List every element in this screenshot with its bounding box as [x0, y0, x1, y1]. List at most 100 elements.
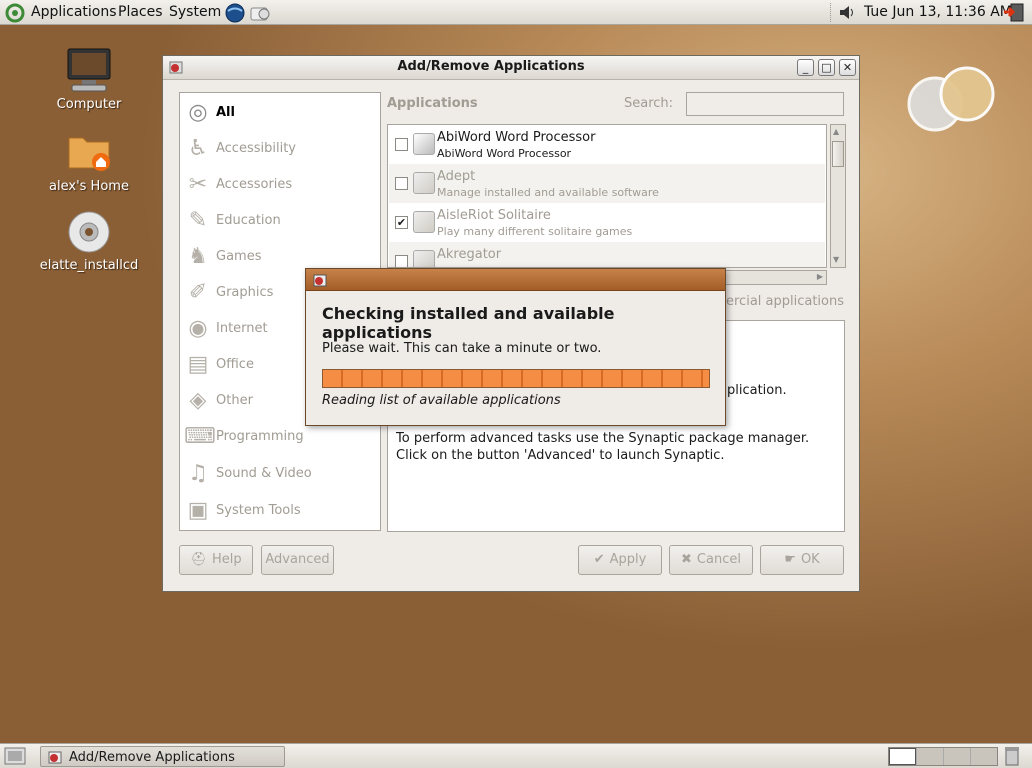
applications-menu[interactable]: Applications [31, 4, 117, 20]
workspace-4[interactable] [970, 748, 997, 765]
search-input[interactable] [686, 92, 844, 116]
close-button[interactable]: ✕ [839, 59, 856, 76]
office-icon: ▤ [187, 352, 209, 377]
description-partial: plication. [727, 383, 787, 398]
close-icon: ✕ [842, 61, 853, 74]
logout-icon[interactable] [1003, 2, 1025, 23]
window-titlebar[interactable]: Add/Remove Applications _ □ ✕ [163, 56, 859, 80]
maximize-button[interactable]: □ [818, 59, 835, 76]
progress-dialog-titlebar[interactable] [306, 269, 725, 291]
help-icon: ⛑ [190, 552, 207, 567]
progress-dialog: Checking installed and available applica… [305, 268, 726, 426]
advanced-button[interactable]: Advanced [261, 545, 334, 575]
category-label: Internet [216, 321, 268, 336]
system-menu[interactable]: System [169, 4, 221, 20]
workspace-1[interactable] [889, 748, 916, 765]
workspace-3[interactable] [943, 748, 970, 765]
trash-icon[interactable] [1004, 746, 1020, 766]
desktop-icon-cd[interactable]: elatte_installcd [39, 210, 139, 273]
category-accessibility[interactable]: ♿ Accessibility [184, 133, 374, 165]
show-desktop-icon[interactable] [4, 747, 26, 765]
app-checkbox[interactable] [395, 138, 408, 151]
app-checkbox[interactable] [395, 177, 408, 190]
category-label: Accessories [216, 177, 293, 192]
desktop-icon-computer[interactable]: Computer [39, 45, 139, 112]
app-list-row[interactable]: Adept Manage installed and available soft… [389, 164, 825, 203]
all-icon: ◎ [188, 100, 208, 125]
taskbar-button-add-remove[interactable]: Add/Remove Applications [40, 746, 285, 767]
commercial-apps-label[interactable]: ercial applications [726, 294, 844, 309]
email-client-icon[interactable] [249, 2, 271, 24]
accessories-icon: ✂ [188, 172, 208, 197]
desktop-icon-home[interactable]: alex's Home [39, 132, 139, 194]
accessibility-icon: ♿ [188, 136, 208, 161]
system-tools-icon: ▣ [187, 498, 209, 523]
scroll-right-icon[interactable]: ▶ [817, 272, 823, 281]
graphics-icon: ✐ [188, 280, 208, 305]
ok-icon: ☛ [784, 552, 796, 567]
apply-button[interactable]: ✔ Apply [578, 545, 662, 575]
progress-bar-fill [323, 370, 709, 387]
advanced-info-line-1: To perform advanced tasks use the Synapt… [396, 431, 810, 446]
ok-button[interactable]: ☛ OK [760, 545, 844, 575]
internet-icon: ◉ [188, 316, 208, 341]
apply-button-label: Apply [609, 552, 647, 567]
application-list[interactable]: AbiWord Word Processor AbiWord Word Proce… [387, 124, 827, 268]
progress-status: Reading list of available applications [322, 393, 561, 408]
desktop-icon-label: Computer [56, 97, 122, 112]
category-label: Office [216, 357, 254, 372]
help-button-label: Help [211, 552, 242, 567]
app-name: AbiWord Word Processor [437, 130, 596, 145]
programming-icon: ⌨ [184, 424, 216, 449]
app-installer-icon [313, 274, 327, 287]
desktop-icon-label: alex's Home [49, 179, 129, 194]
app-list-row[interactable]: Akregator [389, 242, 825, 267]
app-list-row[interactable]: AbiWord Word Processor AbiWord Word Proce… [389, 125, 825, 164]
category-accessories[interactable]: ✂ Accessories [184, 169, 374, 201]
help-button[interactable]: ⛑ Help [179, 545, 253, 575]
category-label: Accessibility [216, 141, 296, 156]
category-education[interactable]: ✎ Education [184, 205, 374, 237]
category-system-tools[interactable]: ▣ System Tools [184, 495, 374, 527]
category-label: All [216, 105, 235, 120]
ubuntu-logo-icon[interactable] [5, 3, 25, 23]
app-description: AbiWord Word Processor [437, 147, 572, 160]
bottom-panel: Add/Remove Applications [0, 743, 1032, 768]
app-checkbox[interactable] [395, 255, 408, 267]
app-name: Akregator [437, 247, 502, 262]
web-browser-icon[interactable] [224, 2, 246, 24]
list-vertical-scrollbar[interactable]: ▲ ▼ [830, 124, 846, 268]
top-panel: Applications Places System Tue Jun 13, 1… [0, 0, 1032, 25]
volume-icon[interactable] [838, 4, 856, 21]
workspace-2[interactable] [916, 748, 943, 765]
maximize-icon: □ [821, 61, 832, 74]
app-description: Manage installed and available software [437, 186, 659, 199]
app-name: Adept [437, 169, 476, 184]
category-all[interactable]: ◎ All [184, 97, 374, 129]
app-checkbox[interactable]: ✔ [395, 216, 408, 229]
scroll-thumb[interactable] [832, 141, 844, 167]
cancel-button[interactable]: ✖ Cancel [669, 545, 753, 575]
clock[interactable]: Tue Jun 13, 11:36 AM [864, 4, 1012, 20]
app-icon [413, 172, 435, 194]
app-name: AisleRiot Solitaire [437, 208, 551, 223]
taskbar-label: Add/Remove Applications [69, 750, 235, 765]
scroll-down-icon[interactable]: ▼ [833, 255, 839, 264]
category-label: Games [216, 249, 262, 264]
home-folder-icon [68, 137, 110, 171]
other-icon: ◈ [189, 388, 207, 413]
list-horizontal-scrollbar[interactable]: ▶ [725, 270, 827, 285]
workspace-switcher[interactable] [888, 747, 998, 766]
places-menu[interactable]: Places [118, 4, 163, 20]
category-label: Education [216, 213, 281, 228]
computer-icon [67, 48, 111, 92]
search-label: Search: [624, 96, 674, 111]
category-sound-video[interactable]: ♫ Sound & Video [184, 458, 374, 490]
sound-video-icon: ♫ [188, 461, 208, 486]
app-list-row[interactable]: ✔ AisleRiot Solitaire Play many different … [389, 203, 825, 242]
scroll-up-icon[interactable]: ▲ [833, 127, 839, 136]
minimize-button[interactable]: _ [797, 59, 814, 76]
category-label: Graphics [216, 285, 274, 300]
ok-button-label: OK [800, 552, 820, 567]
app-description: Play many different solitaire games [437, 225, 633, 238]
